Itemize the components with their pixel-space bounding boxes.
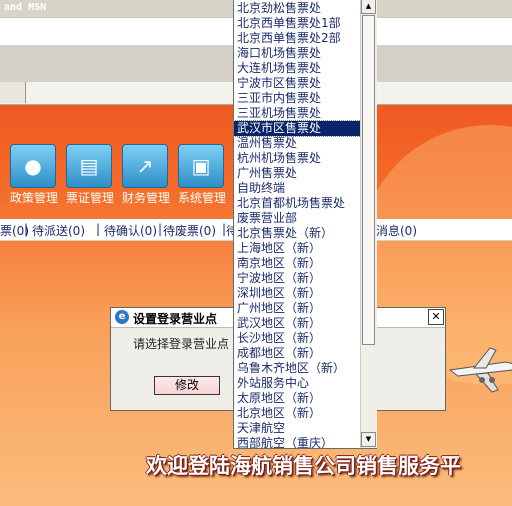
ie-logo-icon: e [115,310,129,324]
close-button[interactable]: ✕ [428,309,444,325]
dropdown-option[interactable]: 宁波地区（新） [234,271,361,286]
dropdown-option[interactable]: 天津航空 [234,421,361,436]
scrollbar-thumb[interactable] [362,15,375,345]
module-label: 票证管理 [65,191,114,205]
dropdown-option[interactable]: 大连机场售票处 [234,61,361,76]
dropdown-option[interactable]: 北京西单售票处1部 [234,16,361,31]
toolbar-text: and MSN [4,2,47,13]
dropdown-option[interactable]: 上海地区（新） [234,241,361,256]
module-policy[interactable]: ● 政策管理 [6,144,58,205]
dropdown-option[interactable]: 武汉市区售票处 [233,120,362,137]
dropdown-option[interactable]: 三亚机场售票处 [234,106,361,121]
module-label: 财务管理 [121,191,170,205]
module-finance[interactable]: ↗ 财务管理 [118,144,170,205]
dropdown-option[interactable]: 广州售票处 [234,166,361,181]
status-pending-delivery[interactable]: 待派送(0) [32,222,85,239]
module-label: 系统管理 [177,191,226,205]
dropdown-option[interactable]: 外站服务中心 [234,376,361,391]
dropdown-option[interactable]: 北京售票处（新） [234,226,361,241]
dropdown-option[interactable]: 北京首都机场售票处 [234,196,361,211]
dropdown-option[interactable]: 太原地区（新） [234,391,361,406]
scrollbar[interactable]: ▲ ▼ [360,0,377,448]
dropdown-option[interactable]: 长沙地区（新） [234,331,361,346]
status-pending-confirm[interactable]: 待确认(0) [104,222,157,239]
airplane-image [448,347,512,393]
finance-icon: ↗ [122,144,168,188]
dropdown-option[interactable]: 北京西单售票处2部 [234,31,361,46]
dropdown-option[interactable]: 海口机场售票处 [234,46,361,61]
menu-tab[interactable] [0,82,26,103]
dropdown-option[interactable]: 温州售票处 [234,136,361,151]
module-label: 政策管理 [9,191,58,205]
policy-icon: ● [10,144,56,188]
dropdown-option[interactable]: 废票营业部 [234,211,361,226]
dialog-prompt: 请选择登录营业点 [133,337,230,351]
dropdown-option[interactable]: 乌鲁木齐地区（新） [234,361,361,376]
status-separator: | [24,222,29,236]
module-system[interactable]: ▣ 系统管理 [174,144,226,205]
dropdown-option[interactable]: 西部航空（重庆） [234,436,361,451]
location-select-list[interactable]: 北京劲松售票处 北京西单售票处1部 北京西单售票处2部 海口机场售票处 大连机场售票处宁… [233,0,377,451]
dropdown-option[interactable]: 广州地区（新） [234,301,361,316]
dropdown-option[interactable]: 成都地区（新） [234,346,361,361]
status-pending-void[interactable]: 待废票(0) [163,222,216,239]
module-ticket[interactable]: ▤ 票证管理 [62,144,114,205]
system-icon: ▣ [178,144,224,188]
dropdown-option[interactable]: 杭州机场售票处 [234,151,361,166]
dropdown-option[interactable]: 自助终端 [234,181,361,196]
dialog-title: 设置登录营业点 [133,312,218,326]
status-separator: | [158,222,163,236]
status-messages[interactable]: 消息(0) [376,222,417,239]
dropdown-option[interactable]: 北京地区（新） [234,406,361,421]
dropdown-option[interactable]: 宁波市区售票处 [234,76,361,91]
dropdown-option[interactable]: 三亚市内售票处 [234,91,361,106]
welcome-banner: 欢迎登陆海航销售公司销售服务平 [146,453,461,478]
scroll-up-button[interactable]: ▲ [361,0,376,14]
dropdown-option[interactable]: 武汉地区（新） [234,316,361,331]
dropdown-option[interactable]: 深圳地区（新） [234,286,361,301]
dropdown-option[interactable]: 南京地区（新） [234,256,361,271]
dropdown-option[interactable]: 北京劲松售票处 [234,1,361,16]
scroll-down-button[interactable]: ▼ [361,432,376,447]
modify-button[interactable]: 修改 [154,376,220,395]
status-separator: | [96,222,101,236]
ticket-icon: ▤ [66,144,112,188]
